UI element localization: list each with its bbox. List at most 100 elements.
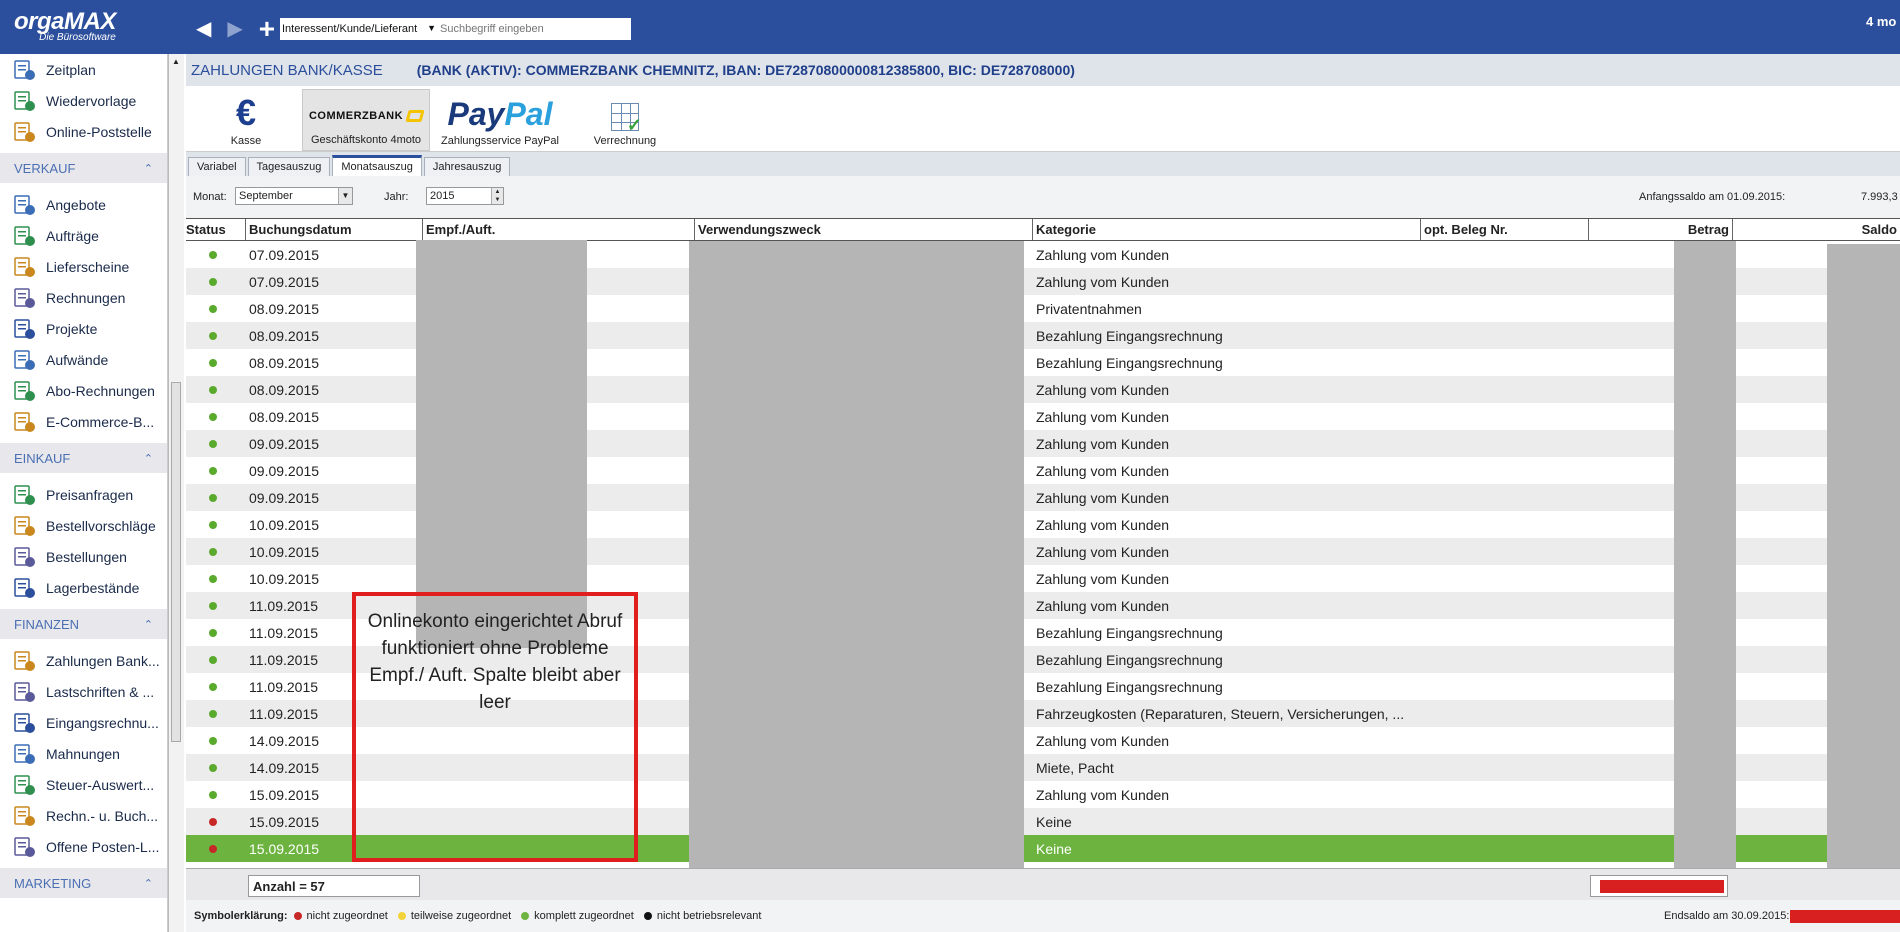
- sidebar-item-offene-posten-l[interactable]: Offene Posten-L...: [0, 831, 167, 862]
- account-verrechnung[interactable]: ✓ Verrechnung: [570, 89, 680, 151]
- page-title: ZAHLUNGEN BANK/KASSE: [191, 61, 383, 79]
- category-cell: Bezahlung Eingangsrechnung: [1036, 354, 1223, 371]
- sidebar-item-online-poststelle[interactable]: Online-Poststelle: [0, 116, 167, 147]
- status-green-dot-icon: [209, 763, 217, 772]
- legend-dot-icon: [293, 912, 302, 920]
- add-plus-icon[interactable]: +: [259, 14, 275, 42]
- search-type-select[interactable]: Interessent/Kunde/Lieferant ▼: [280, 23, 440, 35]
- account-kasse[interactable]: € Kasse: [196, 89, 296, 151]
- receipt-cell: [1421, 781, 1589, 808]
- status-cell: [186, 673, 246, 700]
- category-cell: Zahlung vom Kunden: [1036, 597, 1170, 614]
- spinner-arrows-icon[interactable]: ▲ ▼: [491, 188, 503, 204]
- commerzbank-logo-text: COMMERZBANK: [308, 110, 404, 122]
- table-header: Status Buchungsdatum Empf./Auft. Verwend…: [186, 218, 1900, 241]
- date-cell: 08.09.2015: [249, 381, 320, 398]
- sidebar-item-preisanfragen[interactable]: Preisanfragen: [0, 479, 167, 510]
- sidebar-item-aufwände[interactable]: Aufwände: [0, 344, 167, 375]
- column-header-amount[interactable]: Betrag: [1589, 219, 1733, 240]
- sidebar-item-rechnungen[interactable]: Rechnungen: [0, 282, 167, 313]
- filter-bar: Monat: September ▼ Jahr: 2015 ▲ ▼ Anfangs…: [186, 176, 1900, 220]
- legend-label: komplett zugeordnet: [534, 910, 634, 922]
- logo-text: orgaMAX: [14, 8, 116, 35]
- status-green-dot-icon: [209, 358, 217, 367]
- sidebar-scrollbar[interactable]: ▲: [168, 54, 184, 932]
- sidebar-section-einkauf[interactable]: EINKAUF ⌃: [0, 443, 167, 473]
- sidebar-item-rechn-u-buch[interactable]: Rechn.- u. Buch...: [0, 800, 167, 831]
- eingangsrechnu-icon: [12, 712, 38, 734]
- receipt-cell: [1421, 295, 1589, 322]
- rechnungen-icon: [12, 287, 38, 309]
- status-green-dot-icon: [209, 277, 217, 286]
- page-title-bar: ZAHLUNGEN BANK/KASSE (BANK (AKTIV): COMM…: [186, 54, 1900, 86]
- category-cell: Privatentnahmen: [1036, 300, 1142, 317]
- sidebar-item-wiedervorlage[interactable]: Wiedervorlage: [0, 85, 167, 116]
- calendar-clock-icon: [12, 59, 38, 81]
- sidebar-item-aufträge[interactable]: Aufträge: [0, 220, 167, 251]
- search-type-value: Interessent/Kunde/Lieferant: [282, 23, 418, 35]
- sidebar-item-mahnungen[interactable]: Mahnungen: [0, 738, 167, 769]
- account-paypal[interactable]: PayPal Zahlungsservice PayPal: [436, 89, 564, 151]
- search-input[interactable]: [440, 23, 625, 35]
- sidebar-item-steuer-auswert[interactable]: Steuer-Auswert...: [0, 769, 167, 800]
- opening-balance-value: 7.993,3: [1861, 191, 1898, 203]
- status-green-dot-icon: [209, 466, 217, 475]
- month-select[interactable]: September ▼: [235, 187, 353, 205]
- legend-item: nicht zugeordnet: [293, 910, 388, 922]
- column-header-status[interactable]: Status: [186, 219, 246, 240]
- back-arrow-icon[interactable]: ◀: [196, 16, 211, 41]
- collapse-chevron-icon[interactable]: ⌃: [144, 162, 153, 175]
- tab-jahresauszug[interactable]: Jahresauszug: [423, 157, 511, 176]
- annotation-line: funktioniert ohne Probleme: [381, 638, 609, 659]
- column-header-purpose[interactable]: Verwendungszweck: [695, 219, 1033, 240]
- sidebar-item-label: Aufträge: [46, 227, 99, 244]
- sidebar-item-lieferscheine[interactable]: Lieferscheine: [0, 251, 167, 282]
- tab-monatsauszug[interactable]: Monatsauszug: [332, 155, 422, 176]
- orgamax-logo[interactable]: orgaMAX Die Bürosoftware: [14, 8, 116, 44]
- sidebar-item-zeitplan[interactable]: Zeitplan: [0, 54, 167, 85]
- legend-items: nicht zugeordnet teilweise zugeordnet komp…: [293, 910, 772, 922]
- sidebar-item-bestellungen[interactable]: Bestellungen: [0, 541, 167, 572]
- sidebar-item-lastschriften[interactable]: Lastschriften & ...: [0, 676, 167, 707]
- main-panel: ZAHLUNGEN BANK/KASSE (BANK (AKTIV): COMM…: [186, 54, 1900, 932]
- sidebar-section-verkauf[interactable]: VERKAUF ⌃: [0, 153, 167, 183]
- lieferscheine-icon: [12, 256, 38, 278]
- sidebar-item-abo-rechnungen[interactable]: Abo-Rechnungen: [0, 375, 167, 406]
- account-label: Zahlungsservice PayPal: [440, 135, 559, 147]
- sidebar-item-bestellvorschläge[interactable]: Bestellvorschläge: [0, 510, 167, 541]
- scroll-up-icon[interactable]: ▲: [171, 56, 181, 68]
- account-commerzbank[interactable]: COMMERZBANK Geschäftskonto 4moto: [302, 89, 430, 151]
- sidebar-item-projekte[interactable]: Projekte: [0, 313, 167, 344]
- column-header-category[interactable]: Kategorie: [1033, 219, 1421, 240]
- column-header-balance[interactable]: Saldo: [1733, 219, 1900, 240]
- category-cell: Bezahlung Eingangsrechnung: [1036, 624, 1223, 641]
- status-cell: [186, 511, 246, 538]
- status-red-dot-icon: [209, 817, 217, 826]
- status-green-dot-icon: [209, 439, 217, 448]
- scrollbar-thumb[interactable]: [171, 382, 181, 742]
- collapse-chevron-icon[interactable]: ⌃: [144, 452, 153, 465]
- column-header-date[interactable]: Buchungsdatum: [246, 219, 423, 240]
- sidebar-item-label: Eingangsrechnu...: [46, 714, 159, 731]
- column-header-receipt-no[interactable]: opt. Beleg Nr.: [1421, 219, 1589, 240]
- legend-bar: Symbolerklärung: nicht zugeordnet teilwei…: [186, 900, 1900, 932]
- sidebar-item-lagerbestände[interactable]: Lagerbestände: [0, 572, 167, 603]
- sidebar-section-marketing[interactable]: MARKETING ⌃: [0, 868, 167, 898]
- sidebar-item-eingangsrechnu[interactable]: Eingangsrechnu...: [0, 707, 167, 738]
- chevron-down-icon: ▼: [427, 23, 436, 33]
- status-cell: [186, 268, 246, 295]
- forward-arrow-icon[interactable]: ▶: [227, 16, 242, 41]
- tab-tagesauszug[interactable]: Tagesauszug: [247, 157, 331, 176]
- collapse-chevron-icon[interactable]: ⌃: [144, 877, 153, 890]
- annotation-line: Empf./ Auft. Spalte bleibt aber leer: [369, 665, 621, 713]
- closing-balance-bar: [1790, 910, 1900, 923]
- sidebar-item-zahlungen-bank[interactable]: Zahlungen Bank...: [0, 645, 167, 676]
- sidebar-section-finanzen[interactable]: FINANZEN ⌃: [0, 609, 167, 639]
- collapse-chevron-icon[interactable]: ⌃: [144, 618, 153, 631]
- sidebar-item-angebote[interactable]: Angebote: [0, 189, 167, 220]
- legend-item: nicht betriebsrelevant: [643, 910, 761, 922]
- year-stepper[interactable]: 2015 ▲ ▼: [426, 187, 504, 205]
- sidebar-item-e-commerce-b[interactable]: E-Commerce-B...: [0, 406, 167, 437]
- column-header-recipient[interactable]: Empf./Auft.: [423, 219, 695, 240]
- tab-variabel[interactable]: Variabel: [188, 157, 246, 176]
